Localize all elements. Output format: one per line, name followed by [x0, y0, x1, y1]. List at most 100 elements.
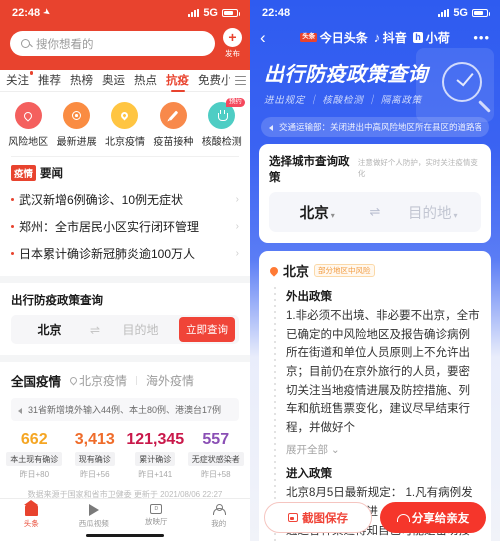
quick-entry-label: 核酸检测 [201, 137, 242, 148]
more-dots-icon[interactable]: ••• [473, 31, 490, 44]
share-button-label: 分享给亲友 [411, 512, 470, 525]
stat-value: 557 [202, 431, 230, 448]
logo-douyin: ♪ 抖音 [374, 29, 407, 46]
news-item[interactable]: 武汉新增6例确诊、10例无症状 › [11, 186, 239, 213]
battery-icon [222, 8, 240, 17]
right-nav-bar: ‹ 头条 今日头条 ♪ 抖音 h 小荷 ••• [250, 25, 500, 48]
stat-label: 无症状感染者 [187, 452, 244, 466]
epidemic-data-card: 全国疫情 北京疫情 海外疫情 31省新增境外输入44例、本土80例、港澳台17例… [0, 362, 250, 509]
policy-query-button[interactable]: 立即查询 [179, 317, 235, 342]
brand-logos: 头条 今日头条 ♪ 抖音 h 小荷 [250, 29, 500, 46]
epidemic-tabs: 全国疫情 北京疫情 海外疫情 [0, 371, 250, 398]
tab-aoyun[interactable]: 奥运 [102, 72, 125, 89]
policy-destination-select[interactable]: 目的地 [102, 321, 179, 338]
quick-entry-label: 最新进展 [56, 137, 97, 148]
stat-value: 121,345 [126, 431, 185, 448]
tab-kangyi[interactable]: 抗疫 [166, 72, 189, 89]
policy-section-outbound: 外出政策 1.非必须不出境、非必要不出京，全市已确定的中风险地区及报告确诊病例所… [270, 288, 480, 457]
quick-entry-risk-areas[interactable]: 风险地区 [6, 102, 50, 148]
quick-entry-vaccine[interactable]: 疫苗接种 [151, 102, 195, 148]
news-item[interactable]: 日本累计确诊新冠肺炎逾100万人 › [11, 240, 239, 267]
action-buttons: 截图保存 分享给亲友 [250, 502, 500, 533]
quick-entry-latest[interactable]: 最新进展 [55, 102, 99, 148]
tabbar-label: 西瓜视频 [78, 518, 109, 528]
origin-city-value: 北京 [299, 205, 329, 222]
stat-asymptomatic: 557 无症状感染者 昨日+58 [186, 431, 247, 480]
tab-beijing-epidemic[interactable]: 北京疫情 [68, 372, 128, 389]
chevron-left-icon[interactable]: ‹ [260, 29, 266, 46]
signal-icon [437, 8, 450, 17]
policy-query-bar: 北京 ⇌ 目的地 立即查询 [11, 315, 239, 344]
quick-entry-label: 北京疫情 [104, 137, 145, 148]
chevron-right-icon: › [235, 221, 239, 232]
tab-mianfeixiaoshuo[interactable]: 免费小说 [198, 72, 230, 89]
plus-icon: + [223, 28, 242, 47]
network-label: 5G [203, 6, 218, 19]
swap-icon[interactable]: ⇌ [366, 204, 385, 220]
syringe-icon [159, 102, 187, 129]
news-tag: 疫情 [11, 165, 37, 181]
page-banner: 出行防疫政策查询 进出规定 ｜ 核酸检测 ｜ 隔离政策 [250, 48, 500, 122]
speaker-icon [269, 124, 275, 131]
save-screenshot-button[interactable]: 截图保存 [264, 502, 372, 533]
swap-icon[interactable]: ⇌ [88, 323, 102, 337]
stat-local-confirmed: 662 本土现有确诊 昨日+80 [4, 431, 65, 480]
logo-label: 小荷 [425, 31, 450, 45]
policy-result-card: 北京 部分地区中风险 外出政策 1.非必须不出境、非必要不出京，全市已确定的中风… [259, 251, 491, 541]
origin-city-select[interactable]: 北京 ▾ [269, 202, 366, 223]
notice-text: 交通运输部：关闭进出中高风险地区所在县区的道路客运 [279, 122, 481, 132]
share-icon [396, 513, 410, 522]
tab-menu-icon[interactable] [235, 76, 246, 85]
left-top-header: 22:48 ➤ 5G 搜你想看的 + 发布 [0, 0, 250, 70]
stat-value: 662 [20, 431, 48, 448]
destination-city-select[interactable]: 目的地 ▾ [384, 202, 481, 223]
section-title: 进入政策 [286, 468, 332, 481]
signal-icon [187, 8, 200, 17]
publish-button[interactable]: + 发布 [223, 28, 242, 59]
section-title: 外出政策 [286, 291, 332, 303]
tab-overseas-epidemic[interactable]: 海外疫情 [146, 372, 194, 389]
search-input[interactable]: 搜你想看的 [10, 31, 215, 56]
tab-rebang[interactable]: 热榜 [70, 72, 93, 89]
quick-entry-nucleic-test[interactable]: 预约 核酸检测 [200, 98, 245, 148]
tab-label: 北京疫情 [79, 374, 128, 388]
policy-origin-select[interactable]: 北京 [11, 321, 88, 338]
tabbar-item-toutiao[interactable]: 头条 [0, 499, 63, 529]
chevron-right-icon: › [235, 248, 239, 259]
tab-guanzhu[interactable]: 关注 [6, 71, 33, 89]
quick-entry-beijing[interactable]: 北京疫情 [103, 102, 147, 148]
unread-dot [29, 71, 33, 75]
location-arrow-icon: ➤ [41, 5, 54, 19]
tabbar-item-cinema[interactable]: D 放映厅 [125, 503, 188, 529]
selector-hint: 注意做好个人防护，实时关注疫情变化 [357, 158, 478, 178]
epidemic-notice[interactable]: 31省新增境外输入44例、本土80例、港澳台17例 [11, 398, 239, 421]
city-selector-bar: 北京 ▾ ⇌ 目的地 ▾ [269, 192, 481, 232]
tabbar-label: 头条 [23, 518, 39, 528]
logo-label: 今日头条 [319, 31, 368, 45]
stat-current-confirmed: 3,413 现有确诊 昨日+56 [65, 431, 126, 480]
news-item[interactable]: 郑州：全市居民小区实行闭环管理 › [11, 213, 239, 240]
news-title: 要闻 [40, 168, 64, 180]
tabbar-item-xigua-video[interactable]: 西瓜视频 [63, 503, 126, 529]
news-item-text: 郑州：全市居民小区实行闭环管理 [19, 220, 200, 234]
save-button-label: 截图保存 [302, 512, 348, 525]
tabbar-item-profile[interactable]: 我的 [188, 503, 251, 529]
channel-tabs: 关注 推荐 热榜 奥运 热点 抗疫 免费小说 [0, 70, 250, 92]
user-icon [213, 503, 227, 516]
logo-xiaohe: h 小荷 [412, 29, 450, 46]
bullet-icon [11, 225, 14, 228]
home-icon [23, 499, 38, 516]
tab-redian[interactable]: 热点 [134, 72, 157, 89]
expand-all-link[interactable]: 展开全部 ⌄ [286, 442, 480, 457]
tab-national-epidemic[interactable]: 全国疫情 [11, 371, 61, 390]
tab-tuijian[interactable]: 推荐 [38, 72, 61, 89]
travel-policy-card: 出行防疫政策查询 北京 ⇌ 目的地 立即查询 [0, 283, 250, 355]
location-pin-icon [68, 375, 79, 386]
screenshot-icon [288, 513, 298, 522]
left-status-bar: 22:48 ➤ 5G [0, 0, 250, 25]
stat-total-confirmed: 121,345 累计确诊 昨日+141 [125, 431, 186, 480]
appointment-badge: 预约 [225, 98, 245, 107]
share-button[interactable]: 分享给亲友 [380, 502, 486, 533]
section-body: 1.非必须不出境、非必要不出京，全市已确定的中风险地区及报告确诊病例所在街道和单… [286, 310, 480, 434]
battery-icon [472, 8, 490, 17]
